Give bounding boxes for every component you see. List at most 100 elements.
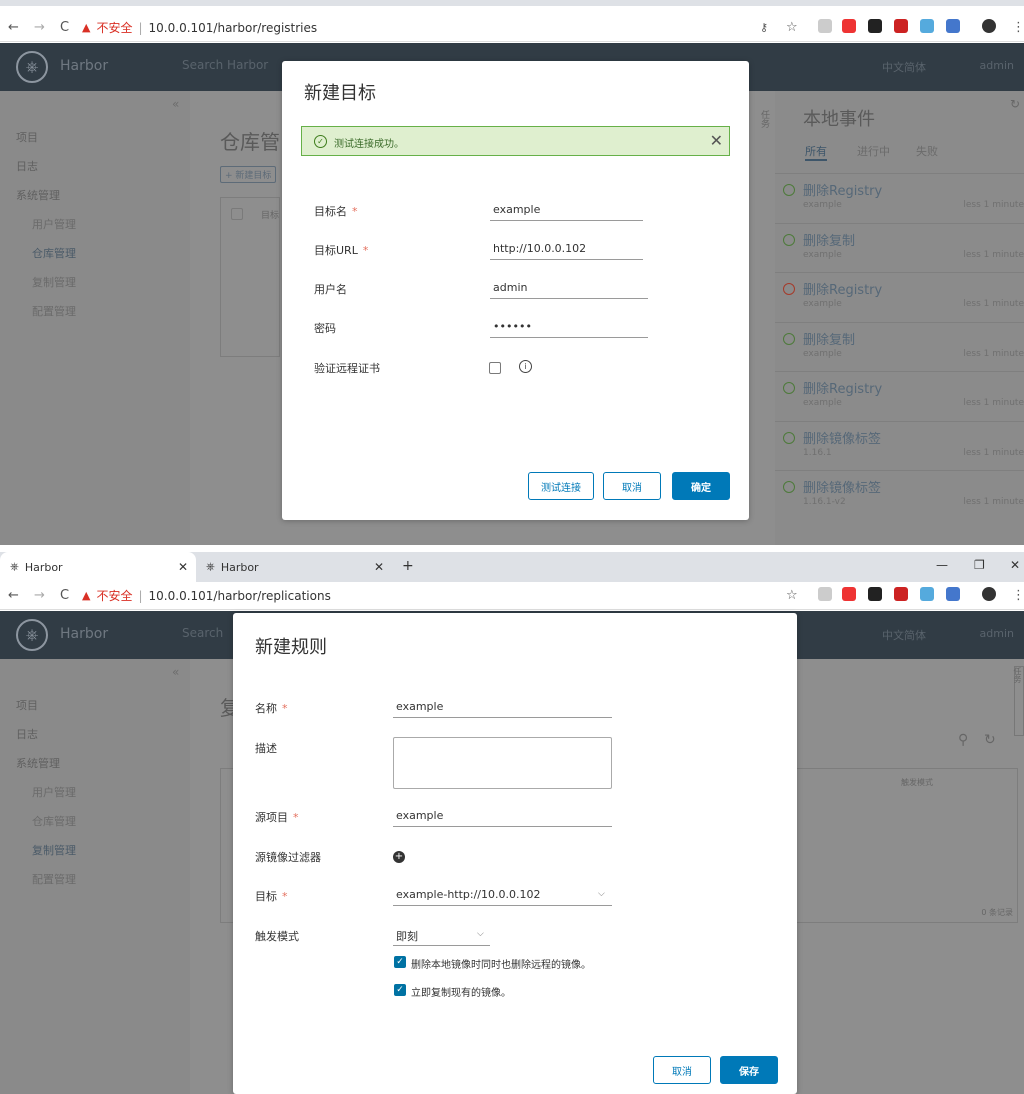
cancel-button[interactable]: 取消	[653, 1056, 711, 1084]
field-label-image-filter: 源镜像过滤器	[255, 851, 321, 864]
target-select[interactable]: example-http://10.0.0.102	[393, 888, 612, 906]
refresh-icon[interactable]: ↻	[1010, 97, 1020, 111]
star-icon[interactable]: ☆	[786, 588, 798, 603]
verify-cert-checkbox[interactable]	[489, 362, 501, 374]
target-url-input[interactable]: http://10.0.0.102	[490, 242, 643, 260]
rule-name-input[interactable]: example	[393, 700, 612, 718]
language-selector[interactable]: 中文简体	[882, 59, 926, 75]
forward-icon[interactable]: →	[34, 20, 45, 35]
sidebar-item-config[interactable]: 配置管理	[32, 303, 76, 319]
page-title: 仓库管	[220, 130, 280, 154]
restore-icon[interactable]: ❐	[974, 558, 985, 572]
extension-icon[interactable]	[868, 587, 882, 601]
new-target-button[interactable]: + 新建目标	[220, 166, 277, 183]
test-connection-button[interactable]: 测试连接	[528, 472, 594, 500]
delete-remote-checkbox[interactable]: ✓	[394, 956, 406, 968]
field-label-target-url: 目标URL *	[314, 244, 369, 257]
minimize-icon[interactable]: —	[936, 558, 948, 572]
browser-tab[interactable]: ⎈ Harbor ✕	[0, 552, 196, 582]
sidebar-item-users[interactable]: 用户管理	[32, 784, 76, 800]
menu-icon[interactable]: ⋮	[1012, 20, 1024, 35]
ok-button[interactable]: 确定	[672, 472, 730, 500]
events-tab-failed[interactable]: 失败	[916, 143, 938, 159]
events-tab-running[interactable]: 进行中	[857, 143, 890, 159]
url-text: 10.0.0.101/harbor/replications	[148, 588, 331, 603]
event-item[interactable]: 删除Registry example less 1 minute	[775, 272, 1024, 321]
info-icon[interactable]: i	[519, 360, 532, 373]
event-item[interactable]: 删除Registry example less 1 minute	[775, 173, 1024, 222]
password-input[interactable]: ••••••	[490, 320, 648, 338]
extension-icon[interactable]	[818, 19, 832, 33]
extension-icon[interactable]	[818, 587, 832, 601]
cancel-button[interactable]: 取消	[603, 472, 661, 500]
description-textarea[interactable]	[393, 737, 612, 789]
extension-icon[interactable]	[842, 19, 856, 33]
user-menu[interactable]: admin	[980, 59, 1014, 72]
close-icon[interactable]: ✕	[710, 131, 723, 150]
sidebar-item-config[interactable]: 配置管理	[32, 871, 76, 887]
reload-icon[interactable]: C	[60, 588, 69, 603]
close-tab-icon[interactable]: ✕	[178, 560, 188, 574]
user-menu[interactable]: admin	[980, 627, 1014, 640]
back-icon[interactable]: ←	[8, 20, 19, 35]
address-bar[interactable]: ▲ 不安全 | 10.0.0.101/harbor/replications	[82, 585, 1024, 607]
sidebar-item-admin[interactable]: 系统管理	[16, 755, 60, 771]
event-item[interactable]: 删除复制 example less 1 minute	[775, 321, 1024, 371]
sidebar-item-replications[interactable]: 复制管理	[32, 842, 76, 858]
extension-icon[interactable]	[920, 19, 934, 33]
extension-icon[interactable]	[894, 19, 908, 33]
sidebar-item-registries[interactable]: 仓库管理	[32, 245, 76, 261]
sidebar-item-projects[interactable]: 项目	[16, 129, 38, 145]
search-input[interactable]: Search Harbor	[182, 58, 268, 72]
task-side-tab[interactable]: 任务	[758, 110, 771, 128]
language-selector[interactable]: 中文简体	[882, 627, 926, 643]
events-tab-all[interactable]: 所有	[805, 143, 827, 161]
refresh-icon[interactable]: ↻	[984, 732, 996, 748]
key-icon[interactable]: ⚷	[760, 21, 768, 34]
extension-icon[interactable]	[842, 587, 856, 601]
sidebar-item-admin[interactable]: 系统管理	[16, 187, 60, 203]
back-icon[interactable]: ←	[8, 588, 19, 603]
collapse-sidebar-button[interactable]: «	[172, 97, 179, 111]
profile-icon[interactable]	[982, 19, 996, 33]
extension-icon[interactable]	[946, 587, 960, 601]
event-item[interactable]: 删除Registry example less 1 minute	[775, 371, 1024, 420]
extension-icon[interactable]	[894, 587, 908, 601]
save-button[interactable]: 保存	[720, 1056, 778, 1084]
star-icon[interactable]: ☆	[786, 20, 798, 35]
target-name-input[interactable]: example	[490, 203, 643, 221]
profile-icon[interactable]	[982, 587, 996, 601]
collapse-sidebar-button[interactable]: «	[172, 665, 179, 679]
reload-icon[interactable]: C	[60, 20, 69, 35]
extension-icon[interactable]	[868, 19, 882, 33]
check-circle-icon	[783, 233, 795, 246]
menu-icon[interactable]: ⋮	[1012, 588, 1024, 603]
username-input[interactable]: admin	[490, 281, 648, 299]
browser-tab[interactable]: ⎈ Harbor ✕	[196, 552, 392, 582]
new-tab-button[interactable]: +	[402, 558, 414, 574]
extension-icon[interactable]	[920, 587, 934, 601]
close-tab-icon[interactable]: ✕	[374, 560, 384, 574]
select-all-checkbox[interactable]	[231, 208, 243, 220]
event-item[interactable]: 删除镜像标签 1.16.1-v2 less 1 minute	[775, 470, 1024, 519]
sidebar-item-logs[interactable]: 日志	[16, 726, 38, 742]
address-bar[interactable]: ▲ 不安全 | 10.0.0.101/harbor/registries	[82, 17, 1024, 39]
extension-icon[interactable]	[946, 19, 960, 33]
event-item[interactable]: 删除镜像标签 1.16.1 less 1 minute	[775, 420, 1024, 470]
replicate-existing-checkbox[interactable]: ✓	[394, 984, 406, 996]
add-filter-icon[interactable]: +	[393, 851, 405, 863]
forward-icon[interactable]: →	[34, 588, 45, 603]
sidebar-item-registries[interactable]: 仓库管理	[32, 813, 76, 829]
sidebar-item-projects[interactable]: 项目	[16, 697, 38, 713]
sidebar-item-logs[interactable]: 日志	[16, 158, 38, 174]
sidebar-item-replications[interactable]: 复制管理	[32, 274, 76, 290]
search-input[interactable]: Search	[182, 626, 223, 640]
event-time: less 1 minute	[963, 299, 1024, 309]
sidebar-item-users[interactable]: 用户管理	[32, 216, 76, 232]
event-item[interactable]: 删除复制 example less 1 minute	[775, 222, 1024, 272]
trigger-mode-select[interactable]: 即刻	[393, 928, 490, 946]
task-side-tab[interactable]: 任务	[1013, 666, 1024, 736]
search-icon[interactable]: ⚲	[958, 732, 968, 748]
source-project-input[interactable]: example	[393, 809, 612, 827]
close-window-icon[interactable]: ✕	[1010, 558, 1020, 572]
